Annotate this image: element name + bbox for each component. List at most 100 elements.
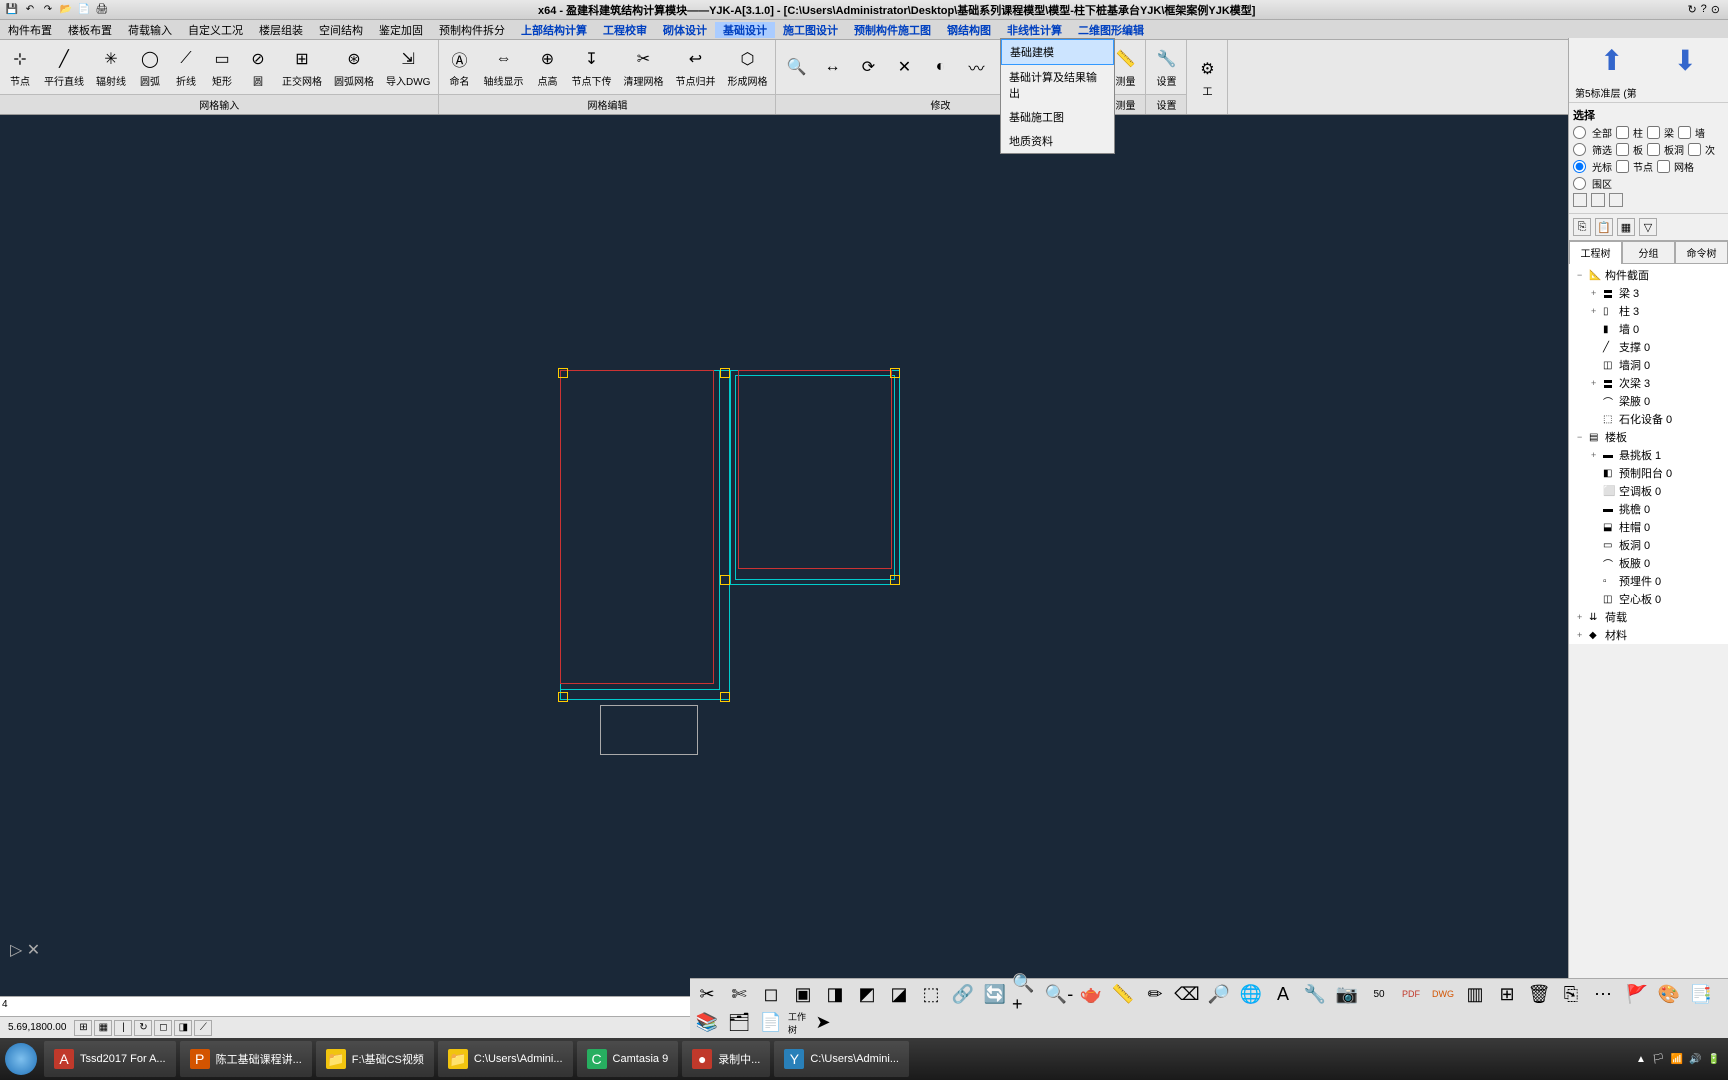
tree-item-1[interactable]: +〓梁 3 — [1571, 284, 1726, 302]
tool-1-6[interactable]: ⬡形成网格 — [721, 42, 773, 92]
tab-2[interactable]: 命令树 — [1675, 241, 1728, 264]
tool-0-6[interactable]: ⊘圆 — [240, 42, 276, 92]
system-tray[interactable]: ▲ 🏳 📶 🔊 🔋 — [1628, 1054, 1728, 1065]
menu-0[interactable]: 构件布置 — [0, 22, 60, 38]
tool-0-0[interactable]: ⊹节点 — [2, 42, 38, 92]
save-icon[interactable]: 💾 — [4, 2, 20, 18]
tool-0-2[interactable]: ✳辐射线 — [90, 42, 132, 92]
dropdown-item-2[interactable]: 基础施工图 — [1001, 105, 1114, 129]
sel-check-1-0[interactable] — [1616, 143, 1629, 156]
tool-2-5[interactable]: 〰 — [958, 42, 994, 92]
cube3-icon[interactable]: ◩ — [852, 981, 882, 1007]
arrow2-icon[interactable]: ➤ — [808, 1010, 838, 1036]
tool-2-2[interactable]: ⟳ — [850, 42, 886, 92]
tree-item-3[interactable]: ▮墙 0 — [1571, 320, 1726, 338]
taskbar-item-0[interactable]: ATssd2017 For A... — [44, 1041, 176, 1077]
menu-14[interactable]: 钢结构图 — [939, 22, 999, 38]
grid-snap-icon[interactable]: ⊞ — [74, 1020, 92, 1036]
menu-16[interactable]: 二维图形编辑 — [1070, 22, 1152, 38]
tree-item-15[interactable]: ▭板洞 0 — [1571, 536, 1726, 554]
stack2-icon[interactable]: 📚 — [692, 1010, 722, 1036]
sel-check-1-2[interactable] — [1688, 143, 1701, 156]
find-icon[interactable]: 🔎 — [1204, 981, 1234, 1007]
wrench-icon[interactable]: 🔧 — [1300, 981, 1330, 1007]
tree-item-14[interactable]: ⬓柱帽 0 — [1571, 518, 1726, 536]
floor-down-icon[interactable]: ⬇ — [1674, 44, 1697, 77]
col-icon[interactable]: ▥ — [1460, 981, 1490, 1007]
polar-icon[interactable]: ↻ — [134, 1020, 152, 1036]
globe-icon[interactable]: 🌐 — [1236, 981, 1266, 1007]
tree-item-13[interactable]: ▬挑檐 0 — [1571, 500, 1726, 518]
sel-check-1-1[interactable] — [1647, 143, 1660, 156]
tree-item-5[interactable]: ◫墙洞 0 — [1571, 356, 1726, 374]
sel-radio-2[interactable] — [1573, 160, 1586, 173]
redo-icon[interactable]: ↷ — [40, 2, 56, 18]
tool-4-0[interactable]: 🔧设置 — [1148, 42, 1184, 92]
print-icon[interactable]: 🖨 — [94, 2, 110, 18]
tray-flag-icon[interactable]: 🏳 — [1652, 1054, 1665, 1065]
tree-item-7[interactable]: ⌒梁腋 0 — [1571, 392, 1726, 410]
teapot-icon[interactable]: 🫖 — [1076, 981, 1106, 1007]
start-button[interactable] — [0, 1038, 42, 1080]
undo-icon[interactable]: ↶ — [22, 2, 38, 18]
tool-2-4[interactable]: ◐ — [922, 42, 958, 92]
open-icon[interactable]: 📂 — [58, 2, 74, 18]
menu-1[interactable]: 楼板布置 — [60, 22, 120, 38]
tool-0-9[interactable]: ⇲导入DWG — [380, 42, 436, 92]
tool-0-1[interactable]: ╱平行直线 — [38, 42, 90, 92]
sel-check-0-2[interactable] — [1678, 126, 1691, 139]
sel-check-0-1[interactable] — [1647, 126, 1660, 139]
tree-item-4[interactable]: ╱支撑 0 — [1571, 338, 1726, 356]
menu-15[interactable]: 非线性计算 — [999, 22, 1070, 38]
worktree-label[interactable]: 工作树 — [788, 1010, 806, 1036]
menu-13[interactable]: 预制构件施工图 — [846, 22, 939, 38]
tool-1-3[interactable]: ↧节点下传 — [565, 42, 617, 92]
ortho-icon[interactable]: ▦ — [94, 1020, 112, 1036]
tree-item-19[interactable]: +⇊荷载 — [1571, 608, 1726, 626]
menu-3[interactable]: 自定义工况 — [180, 22, 251, 38]
tray-net-icon[interactable]: 📶 — [1671, 1054, 1683, 1065]
copy2-icon[interactable]: ⎘ — [1556, 981, 1586, 1007]
sel-check-0-0[interactable] — [1616, 126, 1629, 139]
menu-2[interactable]: 荷载输入 — [120, 22, 180, 38]
sel-box-icon[interactable] — [1573, 193, 1587, 207]
taskbar-item-4[interactable]: CCamtasia 9 — [577, 1041, 679, 1077]
tray-batt-icon[interactable]: 🔋 — [1708, 1054, 1720, 1065]
menu-12[interactable]: 施工图设计 — [775, 22, 846, 38]
taskbar-item-2[interactable]: 📁F:\基础CS视频 — [316, 1041, 434, 1077]
menu-10[interactable]: 砌体设计 — [655, 22, 715, 38]
zoomin-icon[interactable]: 🔍+ — [1012, 981, 1042, 1007]
tray-vol-icon[interactable]: 🔊 — [1689, 1054, 1701, 1065]
cube2-icon[interactable]: ◨ — [820, 981, 850, 1007]
sel-cross-icon[interactable] — [1609, 193, 1623, 207]
eraser-icon[interactable]: ⌫ — [1172, 981, 1202, 1007]
floor-up-icon[interactable]: ⬆ — [1600, 44, 1623, 77]
otrack-icon[interactable]: ◨ — [174, 1020, 192, 1036]
command-line[interactable]: 4 — [0, 996, 690, 1016]
tool-5-0[interactable]: ⚙工 — [1189, 42, 1225, 112]
tree-item-6[interactable]: +〓次梁 3 — [1571, 374, 1726, 392]
sel-check-2-0[interactable] — [1616, 160, 1629, 173]
wireframe-icon[interactable]: ⬚ — [916, 981, 946, 1007]
sel-radio-1[interactable] — [1573, 143, 1586, 156]
sel-fence-icon[interactable] — [1591, 193, 1605, 207]
copy-icon[interactable]: ⎘ — [1573, 218, 1591, 236]
tool-1-1[interactable]: ⇔轴线显示 — [477, 42, 529, 92]
tree-item-8[interactable]: ⬚石化设备 0 — [1571, 410, 1726, 428]
menu-6[interactable]: 鉴定加固 — [371, 22, 431, 38]
link-icon[interactable]: 🔗 — [948, 981, 978, 1007]
taskbar-item-5[interactable]: ●录制中... — [682, 1041, 770, 1077]
taskbar-item-3[interactable]: 📁C:\Users\Admini... — [438, 1041, 573, 1077]
sel-check-2-1[interactable] — [1657, 160, 1670, 173]
tree-item-17[interactable]: ▫预埋件 0 — [1571, 572, 1726, 590]
tree-item-12[interactable]: ⬜空调板 0 — [1571, 482, 1726, 500]
doc-icon[interactable]: 📄 — [756, 1010, 786, 1036]
filter-icon[interactable]: ▽ — [1639, 218, 1657, 236]
tool-2-3[interactable]: ✕ — [886, 42, 922, 92]
menu-11[interactable]: 基础设计 — [715, 22, 775, 38]
osnap-icon[interactable]: ◻ — [154, 1020, 172, 1036]
tree-item-16[interactable]: ⌒板腋 0 — [1571, 554, 1726, 572]
tool-0-8[interactable]: ⊛圆弧网格 — [328, 42, 380, 92]
menu-9[interactable]: 工程校审 — [595, 22, 655, 38]
project-tree[interactable]: −📐构件截面+〓梁 3+▯柱 3▮墙 0╱支撑 0◫墙洞 0+〓次梁 3⌒梁腋 … — [1569, 264, 1728, 644]
